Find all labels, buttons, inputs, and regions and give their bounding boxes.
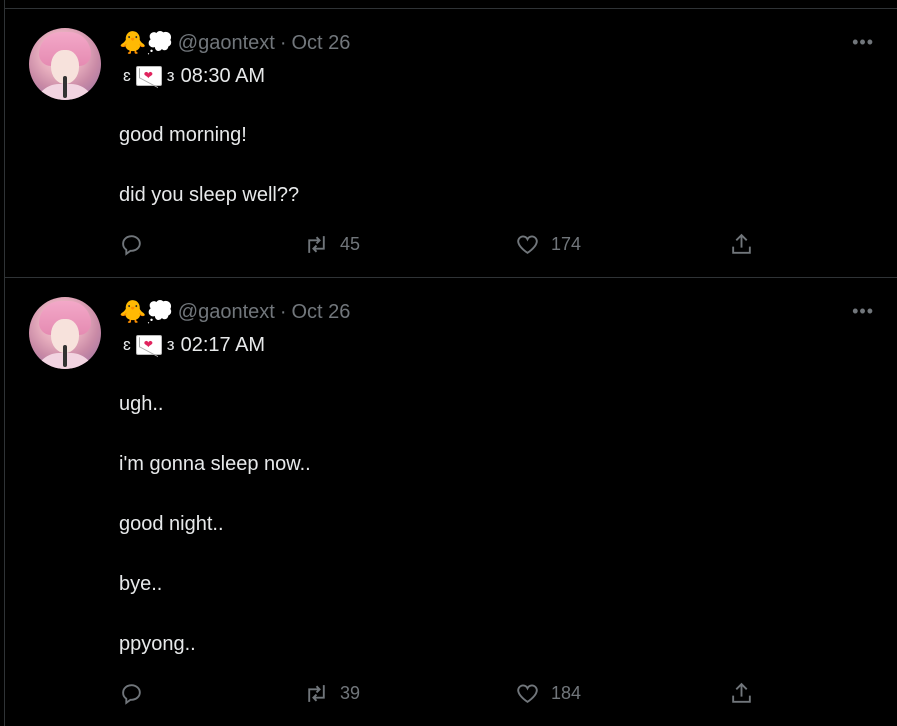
tweet-actions: 45 174 [119,232,897,256]
reply-icon [122,684,141,705]
reply-button[interactable] [119,681,144,706]
tweet-text-line: did you sleep well?? [119,184,300,206]
tweet-text-line: i'm gonna sleep now.. [119,453,311,475]
bracket-right: з [166,335,175,354]
retweet-count: 39 [340,683,361,703]
tweet-date[interactable]: Oct 26 [292,32,351,55]
avatar[interactable] [29,28,101,100]
time-text: 02:17 AM [180,333,266,356]
heart-glyph: ❤ [143,339,154,351]
share-icon [732,682,751,703]
time-text: 08:30 AM [180,64,266,87]
tweet-text-line: ppyong.. [119,633,196,655]
tweet-header: 🐥💭 @gaontext · Oct 26 [119,30,350,56]
tweet-text-line: ugh.. [119,393,164,415]
like-button[interactable]: 184 [515,681,581,706]
display-name-emoji[interactable]: 🐥💭 [119,299,174,325]
like-count: 184 [551,683,582,703]
tweet-text-line: bye.. [119,573,163,595]
tweet[interactable]: 🐥💭 @gaontext · Oct 26 ••• ɛ ❤ з 02:17 AM… [5,278,897,726]
retweet-button[interactable]: 45 [304,232,360,257]
reply-icon [122,235,141,256]
share-button[interactable] [729,232,754,257]
tweet-text-line: good morning! [119,124,247,146]
retweet-button[interactable]: 39 [304,681,360,706]
timeline: 🐥💭 @gaontext · Oct 26 ••• ɛ ❤ з 08:30 AM… [4,0,897,726]
display-name-emoji[interactable]: 🐥💭 [119,30,174,56]
share-button[interactable] [729,681,754,706]
separator: · [279,300,287,323]
bracket-right: з [166,66,175,85]
tweet[interactable]: 🐥💭 @gaontext · Oct 26 ••• ɛ ❤ з 08:30 AM… [5,9,897,278]
tweet-date[interactable]: Oct 26 [292,301,351,324]
retweet-icon [308,236,325,253]
avatar[interactable] [29,297,101,369]
bracket-left: ɛ [123,335,131,354]
tweet-header: 🐥💭 @gaontext · Oct 26 [119,299,350,325]
heart-icon [517,235,538,254]
tweet-text-line: good night.. [119,513,224,535]
avatar-mic [63,345,67,367]
heart-icon [517,684,538,703]
retweet-icon [308,685,325,702]
more-icon[interactable]: ••• [852,33,874,51]
like-button[interactable]: 174 [515,232,581,257]
share-icon [732,233,751,254]
avatar-mic [63,76,67,98]
more-icon[interactable]: ••• [852,302,874,320]
heart-glyph: ❤ [143,70,154,82]
reply-button[interactable] [119,232,144,257]
like-count: 174 [551,234,582,254]
user-handle[interactable]: @gaontext [178,301,275,324]
tweet-time-line: ɛ ❤ з 08:30 AM [123,63,265,89]
tweet-time-line: ɛ ❤ з 02:17 AM [123,332,265,358]
love-letter-icon: ❤ [135,66,162,86]
user-handle[interactable]: @gaontext [178,32,275,55]
retweet-count: 45 [340,234,361,254]
separator: · [279,31,287,54]
love-letter-icon: ❤ [135,335,162,355]
bracket-left: ɛ [123,66,131,85]
tweet-actions: 39 184 [119,681,897,705]
